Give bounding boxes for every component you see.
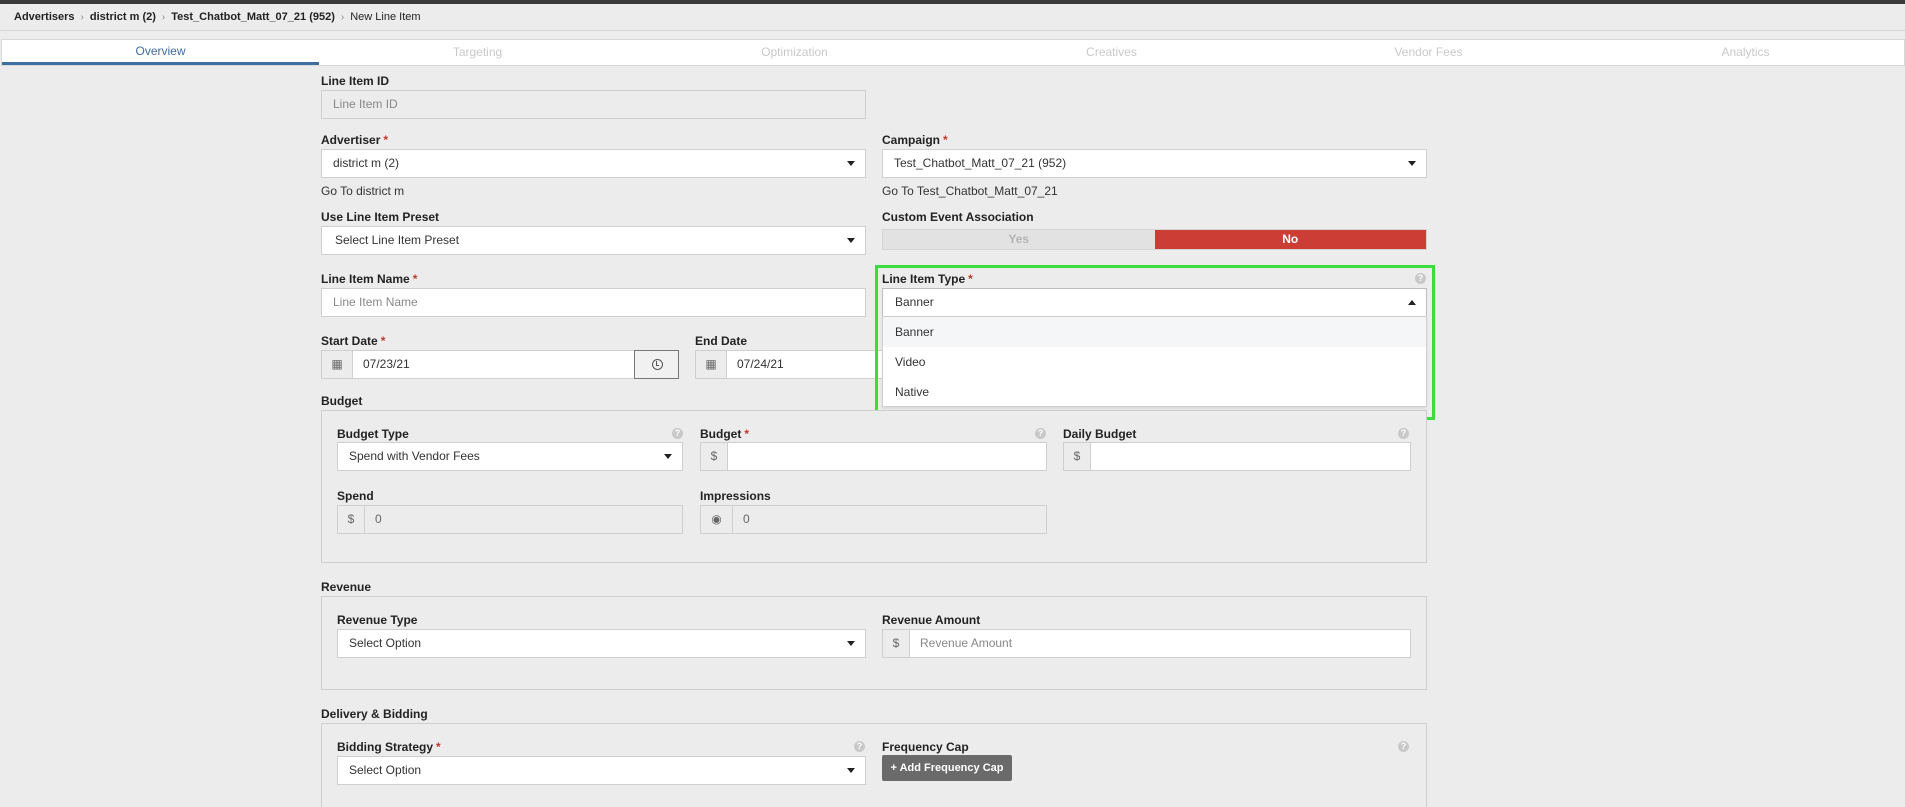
clock-icon <box>652 359 663 370</box>
calendar-icon: ▦ <box>322 351 353 378</box>
dollar-icon: $ <box>701 443 728 470</box>
caret-down-icon <box>847 641 855 646</box>
preset-select[interactable]: Select Line Item Preset <box>321 226 866 255</box>
chevron-right-icon: › <box>340 11 345 23</box>
start-date-label: Start Date * <box>321 334 386 348</box>
tab-analytics[interactable]: Analytics <box>1587 40 1904 65</box>
line-item-id-field: Line Item ID <box>321 90 866 119</box>
tab-targeting[interactable]: Targeting <box>319 40 636 65</box>
advertiser-link[interactable]: Go To district m <box>321 184 404 198</box>
impressions-field: ◉ 0 <box>700 505 1047 534</box>
time-picker-button[interactable] <box>634 350 679 379</box>
spend-field: $ 0 <box>337 505 683 534</box>
breadcrumb: Advertisers › district m (2) › Test_Chat… <box>14 11 421 23</box>
daily-budget-input[interactable]: $ <box>1063 442 1411 471</box>
revenue-type-label: Revenue Type <box>337 613 418 627</box>
breadcrumb-advertisers[interactable]: Advertisers <box>14 11 75 23</box>
spend-label: Spend <box>337 489 374 503</box>
revenue-type-select[interactable]: Select Option <box>337 629 866 658</box>
revenue-amount-label: Revenue Amount <box>882 613 981 627</box>
tab-bar: Overview Targeting Optimization Creative… <box>1 39 1905 66</box>
preset-label: Use Line Item Preset <box>321 210 440 224</box>
caret-down-icon <box>847 768 855 773</box>
help-icon[interactable]: ? <box>1398 428 1409 439</box>
breadcrumb-current: New Line Item <box>350 11 421 23</box>
tab-vendor-fees[interactable]: Vendor Fees <box>1270 40 1587 65</box>
calendar-icon: ▦ <box>696 351 727 378</box>
help-icon[interactable]: ? <box>854 741 865 752</box>
bidding-strategy-select[interactable]: Select Option <box>337 756 866 785</box>
revenue-section-title: Revenue <box>321 580 372 594</box>
add-frequency-cap-button[interactable]: + Add Frequency Cap <box>882 755 1012 781</box>
breadcrumb-campaign[interactable]: Test_Chatbot_Matt_07_21 (952) <box>171 11 335 23</box>
end-date-label: End Date <box>695 334 748 348</box>
custom-event-no-button[interactable]: No <box>1154 230 1426 249</box>
budget-label: Budget * <box>700 427 749 441</box>
top-bar <box>0 0 1905 4</box>
tab-overview[interactable]: Overview <box>2 40 319 65</box>
eye-icon: ◉ <box>701 506 733 533</box>
dollar-icon: $ <box>883 630 910 657</box>
budget-section-title: Budget <box>321 394 363 408</box>
start-date-input[interactable]: ▦ 07/23/21 <box>321 350 635 379</box>
highlight-box <box>875 265 1435 420</box>
budget-panel <box>321 410 1427 563</box>
campaign-select[interactable]: Test_Chatbot_Matt_07_21 (952) <box>882 149 1427 178</box>
daily-budget-label: Daily Budget <box>1063 427 1137 441</box>
help-icon[interactable]: ? <box>1398 741 1409 752</box>
name-label: Line Item Name * <box>321 272 418 286</box>
chevron-right-icon: › <box>161 11 166 23</box>
help-icon[interactable]: ? <box>1035 428 1046 439</box>
line-item-id-label: Line Item ID <box>321 74 390 88</box>
divider <box>0 30 1905 31</box>
budget-type-select[interactable]: Spend with Vendor Fees <box>337 442 683 471</box>
tab-optimization[interactable]: Optimization <box>636 40 953 65</box>
dollar-icon: $ <box>1064 443 1091 470</box>
budget-input[interactable]: $ <box>700 442 1047 471</box>
advertiser-select[interactable]: district m (2) <box>321 149 866 178</box>
custom-event-yes-button[interactable]: Yes <box>883 230 1155 249</box>
caret-down-icon <box>847 161 855 166</box>
impressions-label: Impressions <box>700 489 771 503</box>
campaign-link[interactable]: Go To Test_Chatbot_Matt_07_21 <box>882 184 1058 198</box>
budget-type-label: Budget Type <box>337 427 409 441</box>
end-date-input[interactable]: ▦ 07/24/21 <box>695 350 885 379</box>
frequency-cap-label: Frequency Cap <box>882 740 969 754</box>
help-icon[interactable]: ? <box>672 428 683 439</box>
bidding-strategy-label: Bidding Strategy * <box>337 740 441 754</box>
revenue-amount-input[interactable]: $ Revenue Amount <box>882 629 1411 658</box>
custom-event-label: Custom Event Association <box>882 210 1034 224</box>
caret-down-icon <box>1408 161 1416 166</box>
breadcrumb-advertiser[interactable]: district m (2) <box>90 11 156 23</box>
custom-event-toggle: Yes No <box>882 229 1427 250</box>
caret-down-icon <box>664 454 672 459</box>
campaign-label: Campaign * <box>882 133 948 147</box>
chevron-right-icon: › <box>80 11 84 23</box>
delivery-section-title: Delivery & Bidding <box>321 707 428 721</box>
line-item-name-input[interactable]: Line Item Name <box>321 288 866 317</box>
caret-down-icon <box>847 238 855 243</box>
dollar-icon: $ <box>338 506 365 533</box>
tab-creatives[interactable]: Creatives <box>953 40 1270 65</box>
advertiser-label: Advertiser * <box>321 133 389 147</box>
